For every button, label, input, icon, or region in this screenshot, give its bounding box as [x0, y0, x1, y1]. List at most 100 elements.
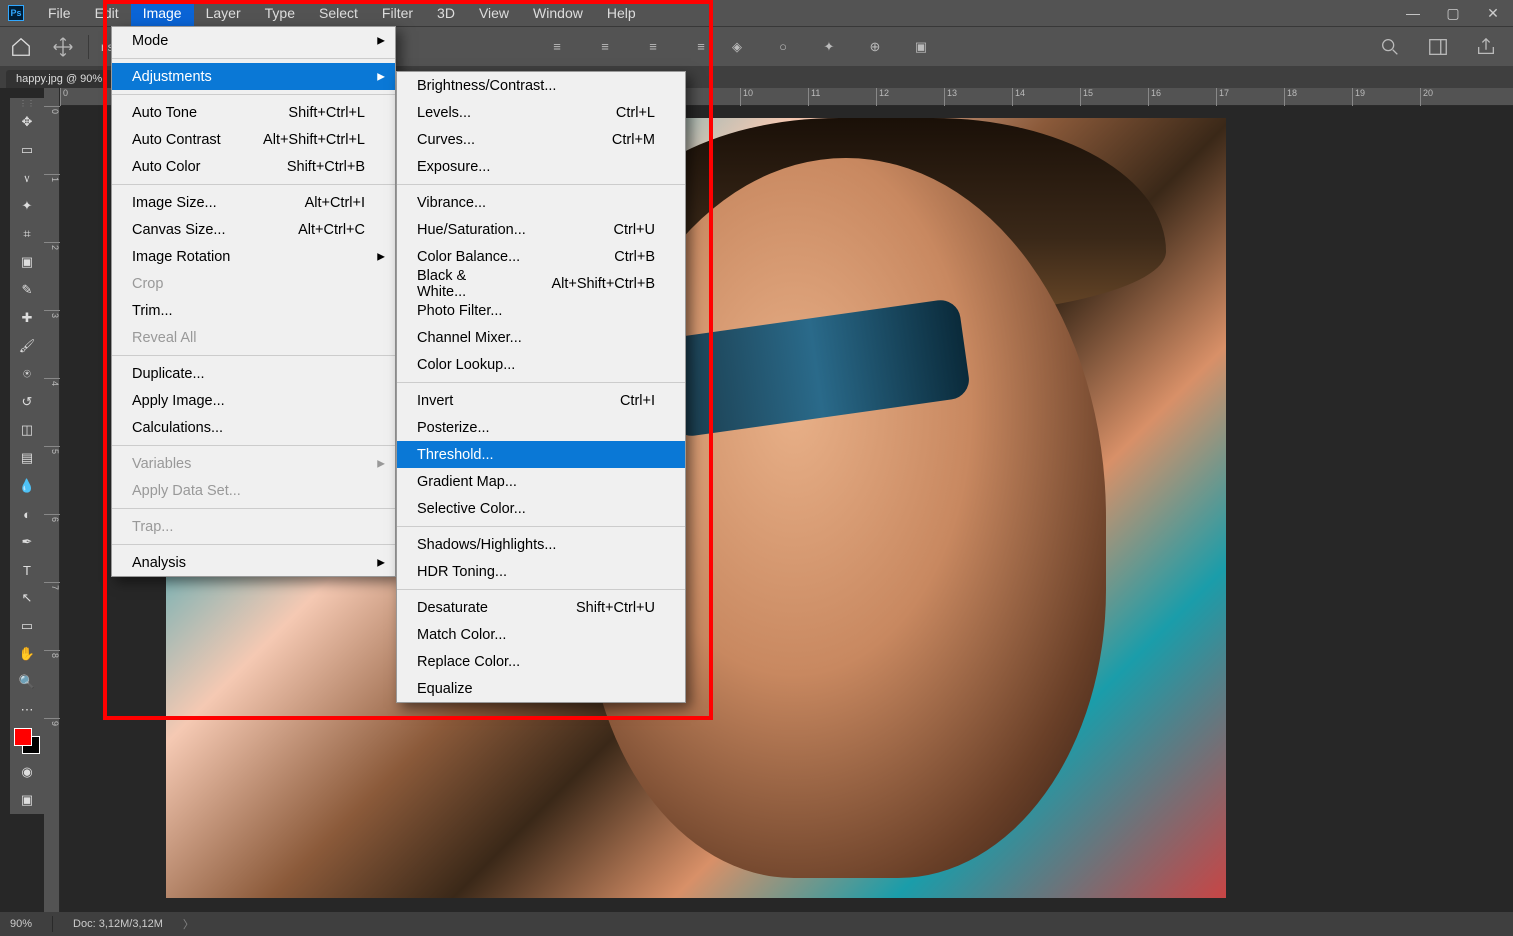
dodge-tool[interactable]: ◐: [10, 500, 44, 528]
3d-d-icon[interactable]: ▣: [910, 36, 932, 58]
wand-tool[interactable]: ✦: [10, 192, 44, 220]
brush-tool[interactable]: 🖌: [10, 332, 44, 360]
pen-tool[interactable]: ✒: [10, 528, 44, 556]
submenu-arrow-icon: ▶: [377, 251, 385, 262]
menu-item-trim[interactable]: Trim...: [112, 297, 395, 324]
eyedropper-tool[interactable]: ✎: [10, 276, 44, 304]
crop-tool[interactable]: ⌗: [10, 220, 44, 248]
menu-3d[interactable]: 3D: [425, 0, 467, 26]
menu-item-gradient-map[interactable]: Gradient Map...: [397, 468, 685, 495]
menu-item-calculations[interactable]: Calculations...: [112, 414, 395, 441]
menu-select[interactable]: Select: [307, 0, 370, 26]
move-tool-icon[interactable]: [52, 36, 74, 58]
menu-item-canvas-size[interactable]: Canvas Size...Alt+Ctrl+C: [112, 216, 395, 243]
menu-item-color-lookup[interactable]: Color Lookup...: [397, 351, 685, 378]
3d-mode-icon[interactable]: ◈: [726, 36, 748, 58]
menu-item-duplicate[interactable]: Duplicate...: [112, 360, 395, 387]
fg-color[interactable]: [14, 728, 32, 746]
3d-a-icon[interactable]: ○: [772, 36, 794, 58]
gradient-tool[interactable]: ▤: [10, 444, 44, 472]
ruler-tick: 7: [44, 582, 60, 590]
menu-item-shadows-highlights[interactable]: Shadows/Highlights...: [397, 531, 685, 558]
menu-filter[interactable]: Filter: [370, 0, 425, 26]
menu-item-apply-image[interactable]: Apply Image...: [112, 387, 395, 414]
more-tool[interactable]: ⋯: [10, 696, 44, 724]
menu-item-adjustments[interactable]: Adjustments▶: [112, 63, 395, 90]
menu-item-replace-color[interactable]: Replace Color...: [397, 648, 685, 675]
home-icon[interactable]: [10, 36, 32, 58]
menu-item-auto-tone[interactable]: Auto ToneShift+Ctrl+L: [112, 99, 395, 126]
menu-item-desaturate[interactable]: DesaturateShift+Ctrl+U: [397, 594, 685, 621]
menu-window[interactable]: Window: [521, 0, 595, 26]
menu-item-exposure[interactable]: Exposure...: [397, 153, 685, 180]
stamp-tool[interactable]: ⍟: [10, 360, 44, 388]
quickmask-button[interactable]: ◉: [10, 758, 44, 786]
menu-item-match-color[interactable]: Match Color...: [397, 621, 685, 648]
screenmode-button[interactable]: ▣: [10, 786, 44, 814]
path-tool[interactable]: ↖: [10, 584, 44, 612]
menu-image[interactable]: Image: [131, 0, 194, 26]
maximize-button[interactable]: ▢: [1433, 0, 1473, 26]
menu-item-posterize[interactable]: Posterize...: [397, 414, 685, 441]
menu-item-vibrance[interactable]: Vibrance...: [397, 189, 685, 216]
menu-item-label: Gradient Map...: [417, 474, 517, 490]
panel-grip[interactable]: ⋮⋮: [10, 98, 44, 108]
color-swatches[interactable]: [14, 728, 40, 754]
panels-icon[interactable]: [1427, 36, 1449, 58]
window-controls: — ▢ ✕: [1393, 0, 1513, 26]
align-just-icon[interactable]: ≡: [690, 36, 712, 58]
menu-type[interactable]: Type: [253, 0, 307, 26]
hand-tool[interactable]: ✋: [10, 640, 44, 668]
blur-tool[interactable]: 💧: [10, 472, 44, 500]
menu-item-levels[interactable]: Levels...Ctrl+L: [397, 99, 685, 126]
menu-item-invert[interactable]: InvertCtrl+I: [397, 387, 685, 414]
history-tool[interactable]: ↺: [10, 388, 44, 416]
menu-layer[interactable]: Layer: [194, 0, 253, 26]
menu-item-mode[interactable]: Mode▶: [112, 27, 395, 54]
frame-tool[interactable]: ▣: [10, 248, 44, 276]
align-left-icon[interactable]: ≡: [546, 36, 568, 58]
menu-item-image-size[interactable]: Image Size...Alt+Ctrl+I: [112, 189, 395, 216]
document-tab[interactable]: happy.jpg @ 90%: [6, 70, 112, 88]
menu-item-black-white[interactable]: Black & White...Alt+Shift+Ctrl+B: [397, 270, 685, 297]
menu-item-apply-data-set: Apply Data Set...: [112, 477, 395, 504]
zoom-tool[interactable]: 🔍: [10, 668, 44, 696]
close-button[interactable]: ✕: [1473, 0, 1513, 26]
menu-item-curves[interactable]: Curves...Ctrl+M: [397, 126, 685, 153]
zoom-level[interactable]: 90%: [10, 918, 32, 930]
menu-item-auto-color[interactable]: Auto ColorShift+Ctrl+B: [112, 153, 395, 180]
marquee-tool[interactable]: ▭: [10, 136, 44, 164]
3d-c-icon[interactable]: ⊕: [864, 36, 886, 58]
rect-tool[interactable]: ▭: [10, 612, 44, 640]
menu-item-selective-color[interactable]: Selective Color...: [397, 495, 685, 522]
heal-tool[interactable]: ✚: [10, 304, 44, 332]
menu-file[interactable]: File: [36, 0, 83, 26]
move-tool[interactable]: ✥: [10, 108, 44, 136]
menu-edit[interactable]: Edit: [83, 0, 131, 26]
menu-item-channel-mixer[interactable]: Channel Mixer...: [397, 324, 685, 351]
type-tool[interactable]: T: [10, 556, 44, 584]
menu-item-auto-contrast[interactable]: Auto ContrastAlt+Shift+Ctrl+L: [112, 126, 395, 153]
align-right-icon[interactable]: ≡: [642, 36, 664, 58]
menu-item-brightness-contrast[interactable]: Brightness/Contrast...: [397, 72, 685, 99]
doc-size[interactable]: Doc: 3,12M/3,12M: [73, 918, 163, 930]
chevron-right-icon[interactable]: 〉: [183, 916, 194, 932]
menu-item-hue-saturation[interactable]: Hue/Saturation...Ctrl+U: [397, 216, 685, 243]
menu-item-photo-filter[interactable]: Photo Filter...: [397, 297, 685, 324]
menu-item-image-rotation[interactable]: Image Rotation▶: [112, 243, 395, 270]
eraser-tool[interactable]: ◫: [10, 416, 44, 444]
menu-item-label: Adjustments: [132, 69, 212, 85]
search-icon[interactable]: [1379, 36, 1401, 58]
menu-view[interactable]: View: [467, 0, 521, 26]
menu-item-hdr-toning[interactable]: HDR Toning...: [397, 558, 685, 585]
menu-item-equalize[interactable]: Equalize: [397, 675, 685, 702]
align-center-icon[interactable]: ≡: [594, 36, 616, 58]
share-icon[interactable]: [1475, 36, 1497, 58]
menu-item-color-balance[interactable]: Color Balance...Ctrl+B: [397, 243, 685, 270]
menu-help[interactable]: Help: [595, 0, 648, 26]
lasso-tool[interactable]: ᥎: [10, 164, 44, 192]
menu-item-threshold[interactable]: Threshold...: [397, 441, 685, 468]
menu-item-analysis[interactable]: Analysis▶: [112, 549, 395, 576]
3d-b-icon[interactable]: ✦: [818, 36, 840, 58]
minimize-button[interactable]: —: [1393, 0, 1433, 26]
